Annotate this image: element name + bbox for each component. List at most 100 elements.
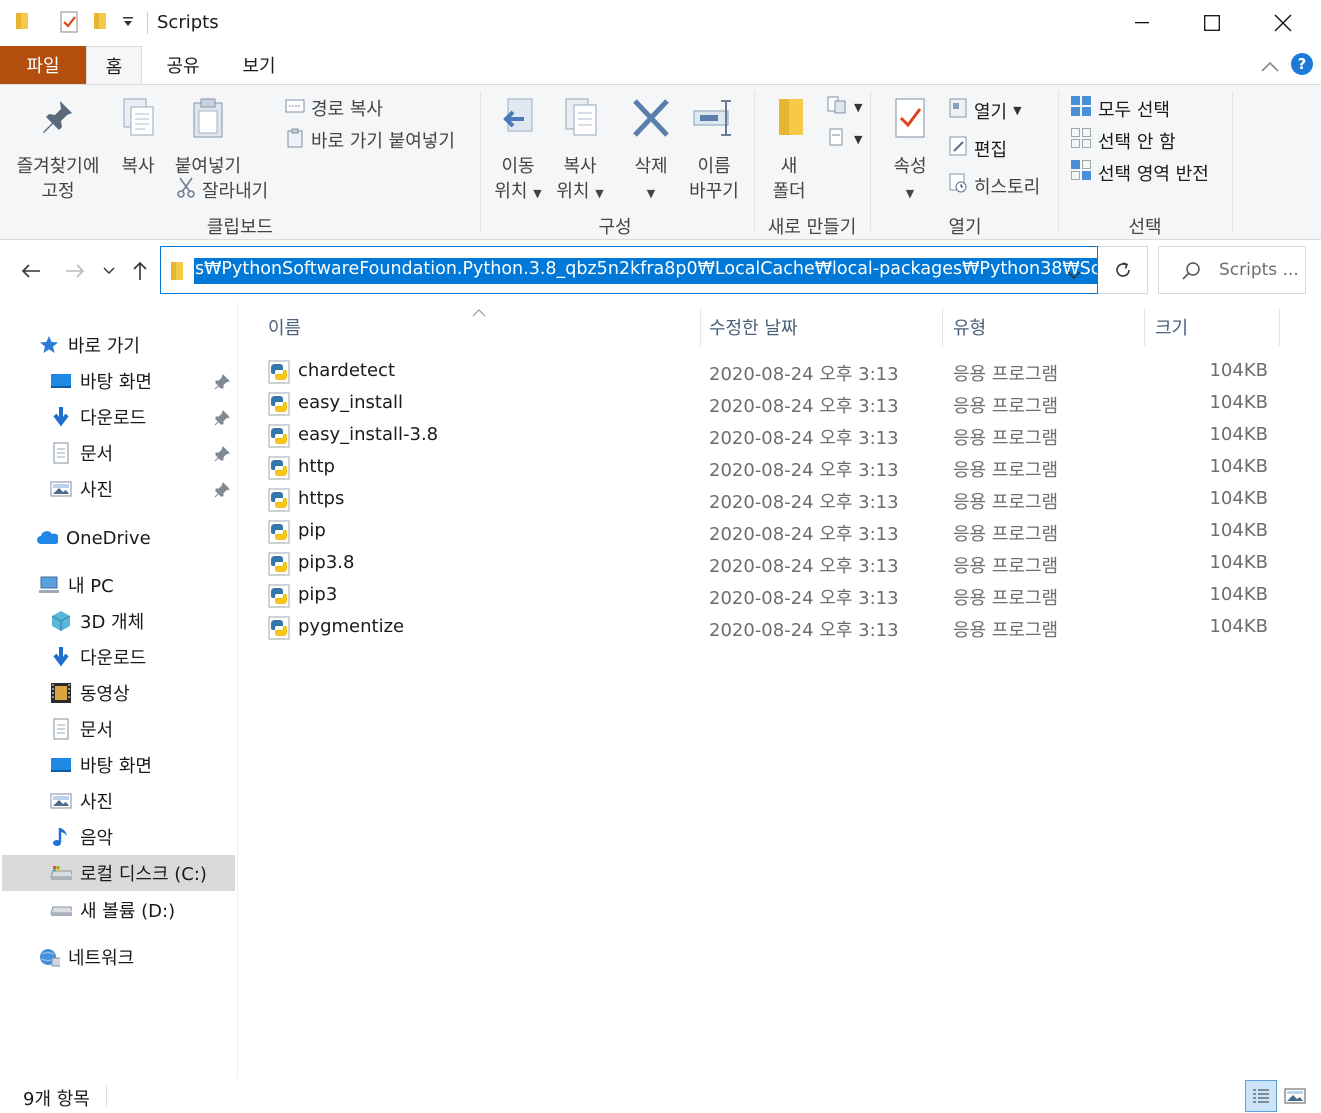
column-separator[interactable]: [942, 308, 943, 346]
nav-label: 다운로드: [80, 408, 147, 429]
address-path[interactable]: s₩PythonSoftwareFoundation.Python.3.8_qb…: [194, 258, 1097, 284]
nav-item-pc-pictures[interactable]: 사진: [50, 784, 113, 818]
computer-icon: [38, 574, 60, 596]
pin-icon[interactable]: [214, 374, 230, 394]
column-separator[interactable]: [1144, 308, 1145, 346]
details-view-button[interactable]: [1245, 1080, 1277, 1112]
tab-share[interactable]: 공유: [150, 46, 216, 84]
nav-item-desktop[interactable]: 바탕 화면: [50, 364, 152, 398]
column-header-size[interactable]: 크기: [1155, 310, 1188, 344]
back-button[interactable]: [16, 256, 46, 286]
file-row[interactable]: http 2020-08-24 오후 3:13 응용 프로그램 104KB: [268, 452, 1278, 484]
new-folder-button[interactable]: 새 폴더: [764, 97, 814, 204]
folder-icon: [169, 260, 185, 286]
easy-access-button[interactable]: ▼: [826, 127, 862, 152]
new-folder-quick-icon[interactable]: [92, 10, 108, 36]
nav-item-pictures[interactable]: 사진: [50, 472, 113, 506]
file-row[interactable]: pip3 2020-08-24 오후 3:13 응용 프로그램 104KB: [268, 580, 1278, 612]
nav-item-pc-downloads[interactable]: 다운로드: [50, 640, 146, 674]
column-header-name[interactable]: 이름: [268, 310, 301, 344]
nav-label: 동영상: [80, 684, 130, 705]
nav-item-volume-d[interactable]: 새 볼륨 (D:): [50, 893, 175, 927]
address-dropdown-icon[interactable]: [1067, 265, 1081, 284]
tab-home[interactable]: 홈: [86, 46, 142, 85]
tab-file[interactable]: 파일: [0, 46, 86, 84]
nav-item-pc-desktop[interactable]: 바탕 화면: [50, 748, 152, 782]
python-app-icon: [268, 456, 290, 485]
minimize-button[interactable]: [1107, 0, 1177, 46]
nav-label: 네트워크: [68, 948, 135, 969]
cut-button[interactable]: 잘라내기: [176, 176, 268, 203]
nav-item-this-pc[interactable]: 내 PC: [38, 568, 114, 602]
column-separator[interactable]: [1279, 308, 1280, 346]
nav-item-quick-access[interactable]: 바로 가기: [38, 328, 140, 362]
nav-label: 다운로드: [80, 648, 147, 669]
search-box[interactable]: Scripts ...: [1158, 246, 1306, 294]
move-to-button[interactable]: 이동 위치 ▼: [490, 97, 546, 206]
column-separator[interactable]: [700, 308, 701, 346]
pin-to-quick-access-button[interactable]: 즐겨찾기에 고정: [8, 97, 108, 204]
invert-selection-button[interactable]: 선택 영역 반전: [1070, 159, 1209, 186]
nav-label: 사진: [80, 792, 114, 813]
edit-button[interactable]: 편집: [948, 135, 1007, 162]
file-row[interactable]: pip 2020-08-24 오후 3:13 응용 프로그램 104KB: [268, 516, 1278, 548]
pin-icon[interactable]: [214, 482, 230, 502]
pin-icon[interactable]: [214, 410, 230, 430]
nav-item-local-disk-c[interactable]: 로컬 디스크 (C:): [50, 856, 207, 890]
history-button[interactable]: 히스토리: [948, 172, 1040, 199]
copy-to-button[interactable]: 복사 위치 ▼: [552, 97, 608, 206]
help-icon[interactable]: ?: [1291, 53, 1313, 75]
column-header-type[interactable]: 유형: [953, 310, 986, 344]
file-row[interactable]: chardetect 2020-08-24 오후 3:13 응용 프로그램 104KB: [268, 356, 1278, 388]
nav-item-pc-documents[interactable]: 문서: [50, 712, 113, 746]
nav-item-downloads[interactable]: 다운로드: [50, 400, 146, 434]
copy-button[interactable]: 복사: [112, 97, 164, 179]
search-input[interactable]: Scripts ...: [1219, 260, 1299, 280]
nav-item-3d-objects[interactable]: 3D 개체: [50, 604, 144, 638]
paste-button[interactable]: 붙여넣기: [170, 97, 246, 179]
properties-icon: [884, 97, 936, 146]
nav-item-onedrive[interactable]: OneDrive: [36, 521, 151, 555]
close-button[interactable]: [1248, 0, 1318, 46]
rename-label-2: 바꾸기: [689, 181, 739, 202]
file-row[interactable]: easy_install-3.8 2020-08-24 오후 3:13 응용 프로그…: [268, 420, 1278, 452]
copy-path-button[interactable]: 경로 복사: [285, 95, 383, 121]
open-label: 열기: [974, 101, 1008, 123]
column-header-date[interactable]: 수정한 날짜: [709, 310, 798, 344]
nav-item-music[interactable]: 음악: [50, 820, 113, 854]
customize-quick-access-icon[interactable]: [122, 14, 134, 33]
properties-quick-icon[interactable]: [58, 10, 80, 38]
recent-locations-button[interactable]: [98, 256, 120, 286]
collapse-ribbon-icon[interactable]: [1261, 58, 1279, 77]
rename-button[interactable]: 이름 바꾸기: [684, 97, 744, 204]
file-row[interactable]: pip3.8 2020-08-24 오후 3:13 응용 프로그램 104KB: [268, 548, 1278, 580]
nav-item-videos[interactable]: 동영상: [50, 676, 130, 710]
forward-button[interactable]: [60, 256, 90, 286]
file-date: 2020-08-24 오후 3:13: [709, 428, 899, 449]
new-item-button[interactable]: ▼: [826, 95, 862, 120]
file-type: 응용 프로그램: [953, 588, 1059, 609]
select-none-button[interactable]: 선택 안 함: [1070, 127, 1176, 154]
properties-button[interactable]: 속성 ▼: [884, 97, 936, 206]
file-row[interactable]: https 2020-08-24 오후 3:13 응용 프로그램 104KB: [268, 484, 1278, 516]
file-size: 104KB: [1209, 552, 1268, 573]
tab-view[interactable]: 보기: [226, 46, 292, 84]
pin-icon[interactable]: [214, 446, 230, 466]
file-row[interactable]: easy_install 2020-08-24 오후 3:13 응용 프로그램 104…: [268, 388, 1278, 420]
paste-shortcut-button[interactable]: 바로 가기 붙여넣기: [285, 127, 455, 153]
open-button[interactable]: 열기 ▼: [948, 97, 1022, 124]
ribbon: 즐겨찾기에 고정 복사 붙여넣기 경로 복사 바로 가기 붙여넣기 잘라내기 클…: [0, 84, 1321, 240]
folder-icon: [14, 10, 30, 36]
python-app-icon: [268, 360, 290, 389]
file-row[interactable]: pygmentize 2020-08-24 오후 3:13 응용 프로그램 104KB: [268, 612, 1278, 644]
refresh-button[interactable]: [1098, 246, 1148, 294]
large-icons-view-button[interactable]: [1279, 1080, 1311, 1112]
maximize-button[interactable]: [1177, 0, 1247, 46]
file-name: easy_install: [298, 392, 404, 413]
select-all-button[interactable]: 모두 선택: [1070, 95, 1170, 122]
up-button[interactable]: [126, 256, 154, 286]
nav-item-network[interactable]: 네트워크: [38, 940, 134, 974]
delete-button[interactable]: 삭제 ▼: [624, 97, 678, 206]
address-bar[interactable]: s₩PythonSoftwareFoundation.Python.3.8_qb…: [160, 246, 1098, 294]
nav-item-documents[interactable]: 문서: [50, 436, 113, 470]
